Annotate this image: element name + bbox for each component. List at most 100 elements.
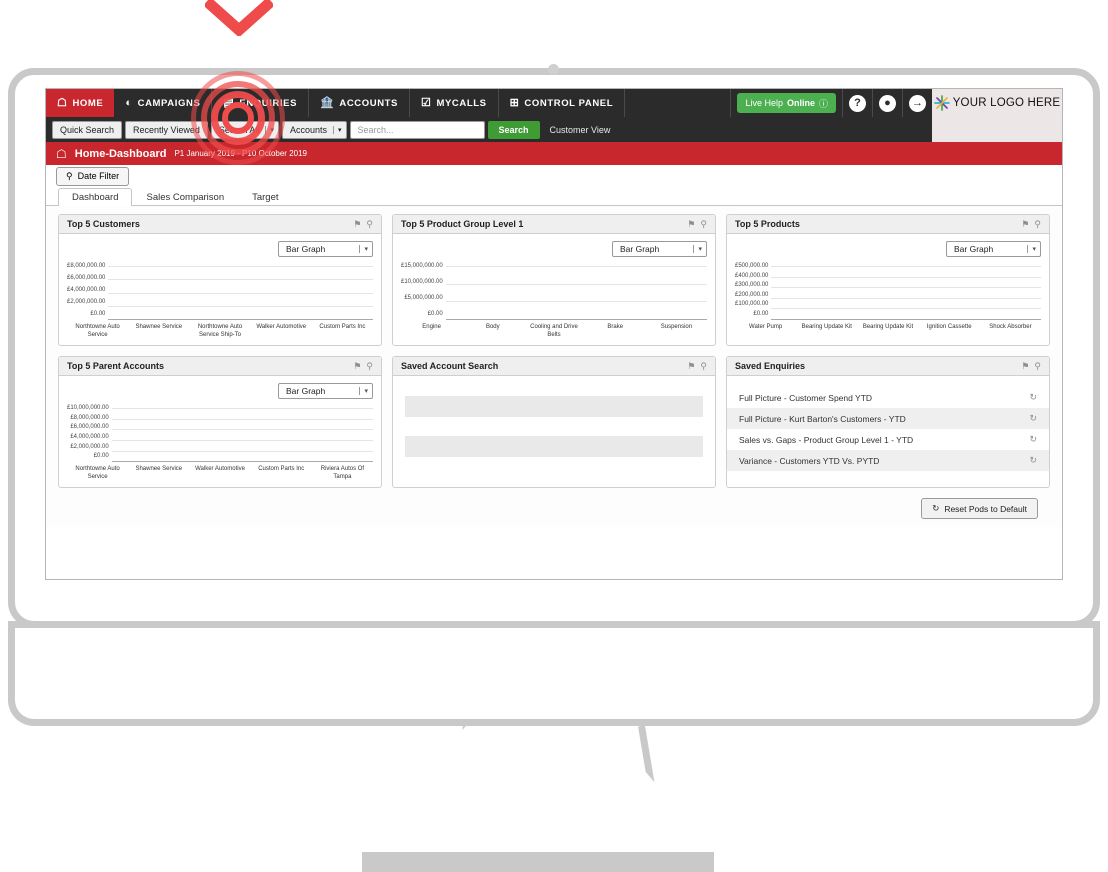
tab-target[interactable]: Target bbox=[238, 188, 292, 206]
refresh-icon[interactable]: ↻ bbox=[1029, 455, 1037, 466]
customer-view-link[interactable]: Customer View bbox=[550, 125, 611, 135]
pod-title: Top 5 Product Group Level 1 bbox=[401, 219, 524, 229]
pin-icon[interactable]: ⚑ bbox=[353, 361, 361, 371]
chevron-down-icon: ▾ bbox=[693, 245, 706, 253]
pod-title: Top 5 Parent Accounts bbox=[67, 361, 165, 372]
chevron-down-icon: ▾ bbox=[332, 125, 342, 134]
graph-type-value: Bar Graph bbox=[954, 244, 994, 254]
live-help-badge[interactable]: Live Help Online ⓘ bbox=[737, 93, 836, 113]
pod-body: Bar Graph ▾ £500,000.00 £400,000.00 £300,0… bbox=[727, 234, 1049, 337]
magnifier-icon[interactable]: ⚲ bbox=[700, 219, 707, 229]
pin-icon[interactable]: ⚑ bbox=[687, 361, 695, 371]
gridline bbox=[771, 276, 1041, 278]
plot-area bbox=[445, 266, 707, 320]
date-filter-button[interactable]: ⚲ Date Filter bbox=[56, 166, 130, 186]
nav-label-accounts: ACCOUNTS bbox=[339, 97, 398, 109]
nav-item-accounts[interactable]: 🏦 ACCOUNTS bbox=[309, 89, 410, 117]
chart-top5-customers: £8,000,000.00 £6,000,000.00 £4,000,000.00 £… bbox=[67, 263, 373, 320]
y-tick-label: £4,000,000.00 bbox=[70, 433, 109, 440]
x-tick-label: Cooling and Drive Belts bbox=[530, 324, 578, 339]
user-button[interactable]: ● bbox=[872, 89, 902, 117]
graph-type-select[interactable]: Bar Graph ▾ bbox=[946, 241, 1041, 257]
tab-bar: Dashboard Sales Comparison Target bbox=[46, 187, 1062, 206]
y-tick-label: £500,000.00 bbox=[735, 263, 769, 269]
magnifier-icon[interactable]: ⚲ bbox=[1034, 361, 1041, 371]
plot-area bbox=[771, 266, 1041, 320]
pod-title: Top 5 Customers bbox=[67, 219, 140, 229]
graph-type-select[interactable]: Bar Graph ▾ bbox=[612, 241, 707, 257]
pin-icon[interactable]: ⚑ bbox=[1021, 219, 1029, 229]
pod-saved-enquiries: Saved Enquiries ⚑ ⚲ Full Picture - Custo… bbox=[726, 356, 1050, 489]
nav-item-mycalls[interactable]: ☑ MYCALLS bbox=[410, 89, 499, 117]
list-item[interactable]: Sales vs. Gaps - Product Group Level 1 -… bbox=[727, 429, 1049, 450]
y-axis: £10,000,000.00 £8,000,000.00 £6,000,000.00… bbox=[67, 405, 112, 459]
magnifier-icon[interactable]: ⚲ bbox=[700, 361, 707, 371]
pod-header: Saved Enquiries ⚑ ⚲ bbox=[727, 357, 1049, 377]
tab-dashboard[interactable]: Dashboard bbox=[58, 188, 133, 206]
graph-type-select[interactable]: Bar Graph ▾ bbox=[278, 241, 373, 257]
pod-body bbox=[393, 376, 715, 483]
search-input[interactable]: Search... bbox=[349, 120, 485, 139]
pin-icon[interactable]: ⚑ bbox=[687, 219, 695, 229]
nav-item-control-panel[interactable]: ⊞ CONTROL PANEL bbox=[499, 89, 626, 117]
x-tick-label: Riviera Autos Of Tampa bbox=[320, 466, 365, 481]
pod-tools: ⚑ ⚲ bbox=[687, 219, 707, 229]
magnifier-icon[interactable]: ⚲ bbox=[366, 361, 373, 371]
graph-type-select[interactable]: Bar Graph ▾ bbox=[278, 383, 373, 400]
live-help-status: Online bbox=[786, 98, 815, 108]
pod-header: Saved Account Search ⚑ ⚲ bbox=[393, 357, 715, 377]
pod-header: Top 5 Products ⚑ ⚲ bbox=[727, 215, 1049, 234]
reset-row: ↻ Reset Pods to Default bbox=[58, 498, 1050, 527]
pod-top5-products: Top 5 Products ⚑ ⚲ Bar Graph ▾ £500,000.… bbox=[726, 214, 1050, 347]
search-button[interactable]: Search bbox=[487, 120, 540, 139]
gridline bbox=[108, 266, 373, 267]
pod-body: Bar Graph ▾ £10,000,000.00 £8,000,000.00 £… bbox=[59, 376, 381, 487]
gridline bbox=[771, 287, 1041, 289]
nav-label-control-panel: CONTROL PANEL bbox=[524, 97, 614, 109]
bars bbox=[771, 266, 1041, 319]
y-tick-label: £8,000,000.00 bbox=[67, 263, 106, 269]
saved-enquiry-label: Full Picture - Kurt Barton's Customers -… bbox=[739, 413, 906, 424]
graph-select-wrap: Bar Graph ▾ bbox=[735, 241, 1041, 257]
monitor-stand-base bbox=[362, 852, 714, 872]
y-tick-label: £100,000.00 bbox=[735, 301, 769, 308]
list-item[interactable]: Variance - Customers YTD Vs. PYTD ↻ bbox=[727, 450, 1049, 472]
entity-value: Accounts bbox=[289, 124, 327, 135]
nav-label-campaigns: CAMPAIGNS bbox=[137, 97, 201, 109]
logout-button[interactable]: → bbox=[902, 89, 932, 117]
entity-dropdown[interactable]: Accounts ▾ bbox=[281, 120, 347, 139]
refresh-icon[interactable]: ↻ bbox=[1029, 434, 1037, 445]
pin-icon[interactable]: ⚑ bbox=[353, 219, 361, 229]
x-tick-label: Walker Automotive bbox=[195, 466, 245, 473]
y-axis: £500,000.00 £400,000.00 £300,000.00 £200,00… bbox=[735, 263, 771, 317]
chart-top5-product-group: £15,000,000.00 £10,000,000.00 £5,000,000.0… bbox=[401, 263, 707, 320]
list-item[interactable]: Full Picture - Customer Spend YTD ↻ bbox=[727, 387, 1049, 408]
pin-icon[interactable]: ⚑ bbox=[1021, 361, 1029, 371]
campaigns-icon: ◐ bbox=[125, 96, 133, 109]
help-button[interactable]: ? bbox=[842, 89, 872, 117]
y-tick-label: £400,000.00 bbox=[735, 272, 769, 279]
logo-strip bbox=[932, 117, 1062, 142]
placeholder-row bbox=[405, 436, 703, 458]
logo-text: YOUR LOGO HERE bbox=[952, 97, 1061, 109]
chevron-down-icon: ▾ bbox=[1027, 245, 1040, 253]
magnifier-icon[interactable]: ⚲ bbox=[366, 219, 373, 229]
gridline bbox=[445, 283, 707, 285]
pod-title: Top 5 Products bbox=[735, 219, 800, 229]
quick-search-button[interactable]: Quick Search bbox=[52, 120, 123, 139]
date-filter-label: Date Filter bbox=[77, 171, 120, 181]
reset-pods-button[interactable]: ↻ Reset Pods to Default bbox=[921, 498, 1038, 520]
y-tick-label: £2,000,000.00 bbox=[70, 443, 109, 450]
tab-sales-comparison[interactable]: Sales Comparison bbox=[132, 188, 238, 206]
monitor-stand bbox=[356, 726, 716, 854]
list-item[interactable]: Full Picture - Kurt Barton's Customers -… bbox=[727, 408, 1049, 430]
webcam-icon bbox=[548, 64, 559, 75]
refresh-icon[interactable]: ↻ bbox=[1029, 392, 1037, 403]
gridline bbox=[111, 439, 373, 441]
pod-saved-account-search: Saved Account Search ⚑ ⚲ bbox=[392, 356, 716, 489]
refresh-icon[interactable]: ↻ bbox=[1029, 413, 1037, 424]
magnifier-icon[interactable]: ⚲ bbox=[1034, 219, 1041, 229]
gridline bbox=[771, 308, 1041, 310]
nav-item-home[interactable]: ☖ HOME bbox=[46, 89, 115, 117]
company-logo: YOUR LOGO HERE bbox=[932, 89, 1062, 117]
